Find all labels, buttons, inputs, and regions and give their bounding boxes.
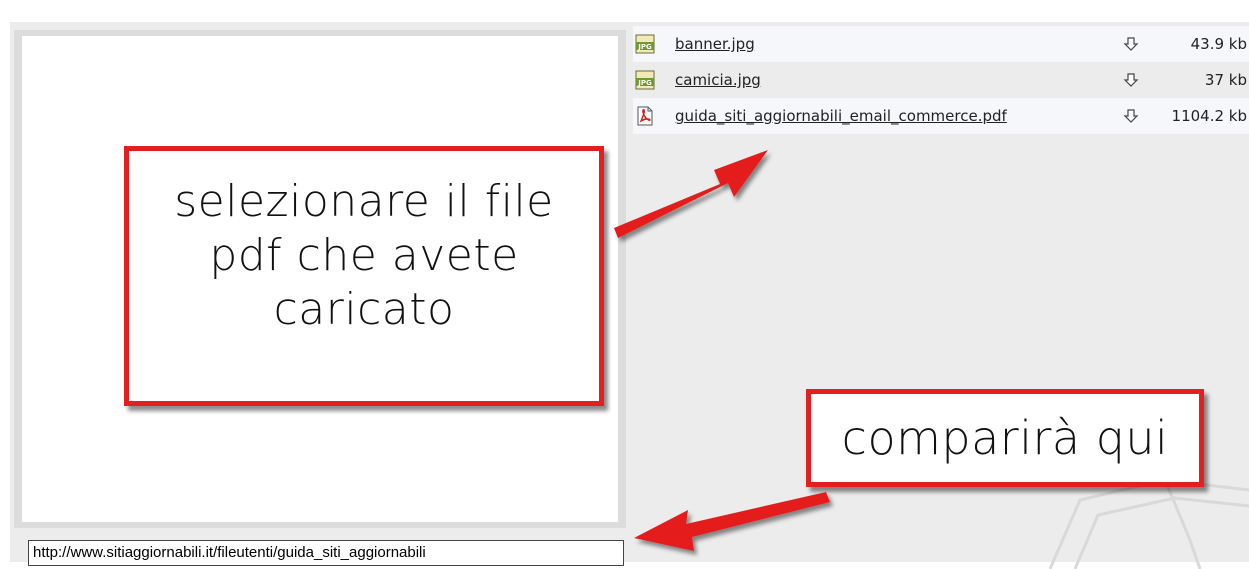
callout-line: caricato bbox=[273, 284, 455, 335]
file-link[interactable]: banner.jpg bbox=[675, 26, 755, 62]
callout-appears-here: comparirà qui bbox=[806, 389, 1204, 487]
file-size: 1104.2 kb bbox=[1171, 107, 1247, 125]
callout-line: selezionare il file bbox=[174, 176, 554, 227]
jpg-file-icon: JPG bbox=[635, 34, 655, 54]
download-arrow-icon[interactable] bbox=[1123, 36, 1139, 52]
svg-text:JPG: JPG bbox=[637, 79, 652, 87]
file-size: 43.9 kb bbox=[1190, 35, 1247, 53]
file-row-banner: JPG banner.jpg 43.9 kb bbox=[633, 26, 1249, 62]
jpg-file-icon: JPG bbox=[635, 70, 655, 90]
file-list: JPG banner.jpg 43.9 kb JPG camicia.jpg 3… bbox=[633, 26, 1249, 134]
file-url-value: http://www.sitiaggiornabili.it/fileutent… bbox=[33, 544, 426, 561]
pdf-file-icon bbox=[637, 106, 653, 126]
svg-text:JPG: JPG bbox=[637, 43, 652, 51]
callout-select-pdf: selezionare il file pdf che avete carica… bbox=[124, 146, 604, 406]
file-row-pdf: guida_siti_aggiornabili_email_commerce.p… bbox=[633, 98, 1249, 134]
download-arrow-icon[interactable] bbox=[1123, 72, 1139, 88]
file-link[interactable]: camicia.jpg bbox=[675, 62, 761, 98]
screenshot-stage: JPG banner.jpg 43.9 kb JPG camicia.jpg 3… bbox=[0, 0, 1249, 569]
callout-text: comparirà qui bbox=[841, 411, 1169, 465]
file-link[interactable]: guida_siti_aggiornabili_email_commerce.p… bbox=[675, 98, 1007, 134]
download-arrow-icon[interactable] bbox=[1123, 108, 1139, 124]
file-row-camicia: JPG camicia.jpg 37 kb bbox=[633, 62, 1249, 98]
file-url-field[interactable]: http://www.sitiaggiornabili.it/fileutent… bbox=[28, 540, 624, 566]
callout-line: pdf che avete bbox=[209, 230, 519, 281]
file-size: 37 kb bbox=[1204, 71, 1247, 89]
